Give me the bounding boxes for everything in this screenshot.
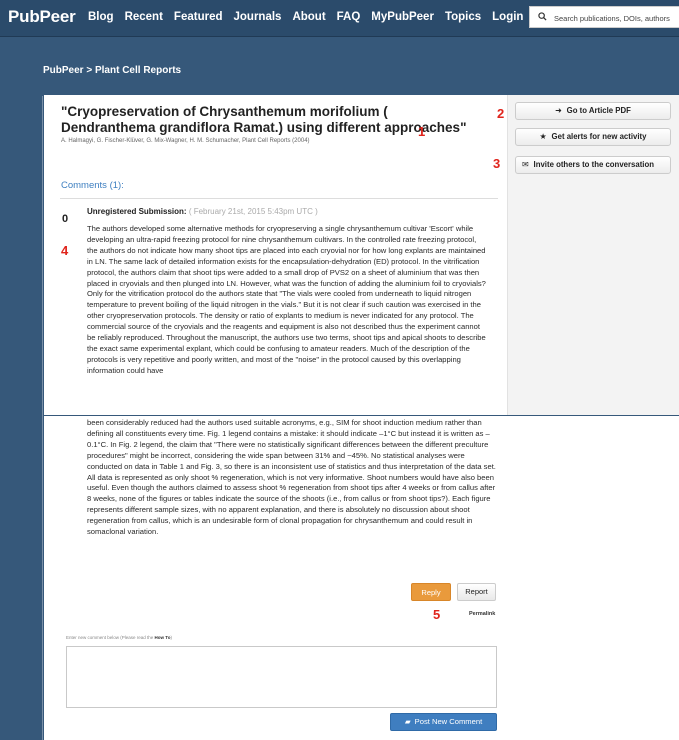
nav-about[interactable]: About [292, 11, 325, 23]
nav-blog[interactable]: Blog [88, 11, 114, 23]
star-icon: ★ [539, 132, 547, 141]
nav-faq[interactable]: FAQ [337, 11, 361, 23]
search-icon [538, 12, 547, 23]
comment-body-part1: The authors developed some alternative m… [87, 224, 487, 414]
get-alerts-button[interactable]: ★ Get alerts for new activity [515, 128, 671, 146]
nav-mypubpeer[interactable]: MyPubPeer [371, 11, 434, 23]
vote-count[interactable]: 0 [62, 213, 68, 225]
comment-header: Unregistered Submission: ( February 21st… [87, 207, 318, 216]
new-comment-hint-end: ) [170, 635, 172, 640]
nav-journals[interactable]: Journals [234, 11, 282, 23]
article-authors: A. Halmagyi, G. Fischer-Klüver, G. Mix-W… [61, 138, 310, 144]
search-box [529, 6, 679, 28]
nav-featured[interactable]: Featured [174, 11, 223, 23]
new-comment-hint-text: Enter new comment below (Please read the [66, 635, 155, 640]
breadcrumb[interactable]: PubPeer > Plant Cell Reports [43, 65, 181, 76]
nav-topics[interactable]: Topics [445, 11, 481, 23]
invite-button[interactable]: ✉ Invite others to the conversation [515, 156, 671, 174]
go-to-pdf-button[interactable]: ➜ Go to Article PDF [515, 102, 671, 120]
comment-text-2: been considerably reduced had the author… [87, 418, 496, 537]
annotation-marker-3: 3 [493, 156, 501, 171]
brand-logo[interactable]: PubPeer [8, 7, 76, 27]
comment-text-1: The authors developed some alternative m… [87, 224, 486, 375]
nav-menu: Blog Recent Featured Journals About FAQ … [88, 11, 534, 23]
top-nav-bar: PubPeer Blog Recent Featured Journals Ab… [0, 0, 679, 37]
comments-divider [60, 198, 498, 199]
post-comment-button[interactable]: ▰ Post New Comment [390, 713, 497, 731]
envelope-icon: ✉ [522, 160, 529, 169]
go-to-pdf-label: Go to Article PDF [566, 106, 631, 115]
left-divider [42, 96, 43, 740]
comment-icon: ▰ [404, 717, 411, 726]
post-comment-label: Post New Comment [414, 717, 483, 726]
search-input[interactable] [552, 7, 679, 27]
nav-login[interactable]: Login [492, 11, 523, 23]
annotation-marker-4: 4 [61, 243, 69, 258]
sidebar-lower [507, 416, 679, 740]
permalink-link[interactable]: Permalink [469, 611, 495, 617]
new-comment-hint: Enter new comment below (Please read the… [66, 635, 172, 640]
annotation-marker-5: 5 [433, 607, 441, 622]
invite-label: Invite others to the conversation [533, 160, 654, 169]
annotation-marker-2: 2 [497, 106, 505, 121]
comment-body-part2: been considerably reduced had the author… [87, 418, 500, 538]
nav-recent[interactable]: Recent [125, 11, 163, 23]
report-button[interactable]: Report [457, 583, 496, 601]
new-comment-field[interactable] [66, 646, 497, 708]
annotation-marker-1: 1 [418, 124, 426, 139]
reply-button[interactable]: Reply [411, 583, 451, 601]
get-alerts-label: Get alerts for new activity [551, 132, 647, 141]
comment-author: Unregistered Submission: [87, 207, 187, 216]
how-to-link[interactable]: How To [155, 635, 171, 640]
comments-count[interactable]: Comments (1): [61, 180, 124, 191]
comment-date: ( February 21st, 2015 5:43pm UTC ) [188, 207, 318, 216]
arrow-right-icon: ➜ [555, 106, 562, 115]
